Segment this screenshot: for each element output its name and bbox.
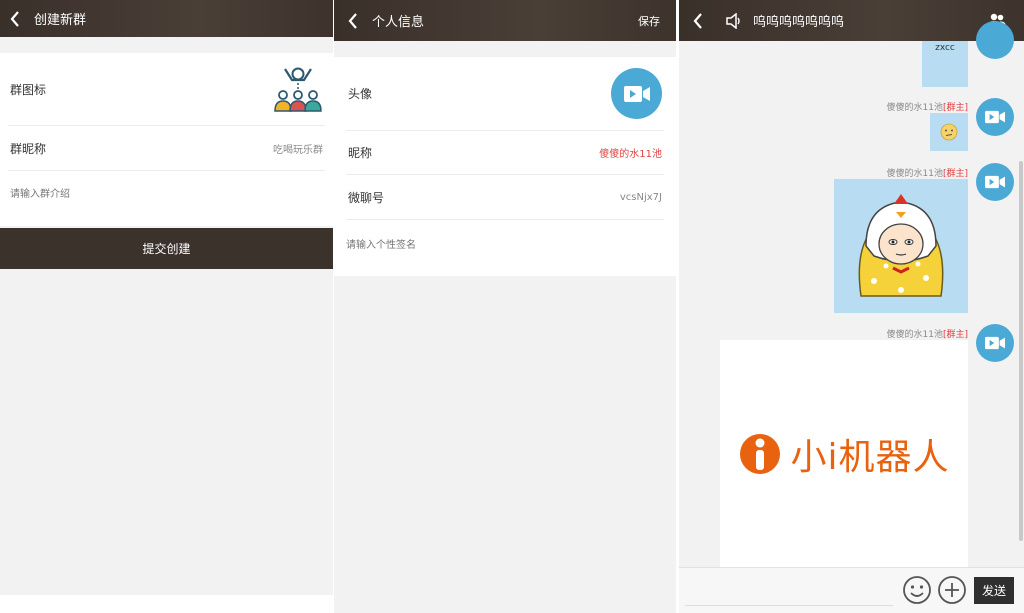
- sender-avatar-icon[interactable]: [976, 98, 1014, 136]
- avatar-label: 头像: [348, 87, 373, 101]
- sender-name: 傻傻的水11池[群主]: [886, 169, 968, 179]
- signature-input[interactable]: [346, 236, 664, 258]
- send-button[interactable]: 发送: [974, 577, 1014, 604]
- profile-form: 头像 昵称 傻傻的水11池 微聊号 vcsNjx7J: [334, 57, 676, 276]
- back-arrow-icon[interactable]: [10, 10, 24, 27]
- group-form: 群图标 群昵称 吃喝玩乐群: [0, 53, 333, 226]
- avatar-row[interactable]: 头像: [346, 57, 664, 131]
- save-button[interactable]: 保存: [638, 13, 660, 29]
- profile-screen: 个人信息 保存 头像 昵称 傻傻的水11池 微聊号 vcsNjx7J: [334, 0, 676, 613]
- chat-input-bar: 发送: [679, 567, 1024, 613]
- create-group-header: 创建新群: [0, 0, 333, 37]
- sender-avatar-icon[interactable]: [976, 21, 1014, 59]
- group-nickname-label: 群昵称: [10, 141, 47, 156]
- message-list[interactable]: zxcc 傻傻的水11池[群主] 傻傻的水11池[群主] 傻傻的水11池[群主]…: [679, 21, 1024, 568]
- group-intro-wrap: [0, 171, 333, 225]
- nickname-label: 昵称: [348, 146, 373, 160]
- back-arrow-icon[interactable]: [348, 12, 362, 29]
- group-intro-input[interactable]: [10, 185, 323, 207]
- chat-header: 呜呜呜呜呜呜呜: [679, 0, 1024, 41]
- group-chat-screen: 呜呜呜呜呜呜呜 zxcc 傻傻的水11池[群主] 傻傻的水11池[群主] 傻傻的…: [679, 0, 1024, 613]
- emoji-icon[interactable]: [902, 575, 932, 609]
- sticker-message[interactable]: [834, 179, 968, 313]
- wechat-id-label: 微聊号: [348, 190, 385, 205]
- nickname-value: 傻傻的水11池: [599, 149, 662, 160]
- confused-face-icon: [940, 123, 958, 141]
- image-message[interactable]: 小i机器人: [720, 340, 968, 568]
- xiaoi-logo-icon: 小i机器人: [738, 428, 949, 480]
- scrollbar[interactable]: [1019, 161, 1023, 541]
- submit-create-button[interactable]: 提交创建: [0, 228, 333, 269]
- group-people-icon[interactable]: [273, 65, 323, 113]
- message-text: zxcc: [935, 43, 955, 53]
- signature-wrap: [334, 220, 676, 275]
- chat-title: 呜呜呜呜呜呜呜: [753, 15, 845, 30]
- page-title: 创建新群: [34, 13, 87, 28]
- sender-name: 傻傻的水11池[群主]: [886, 103, 968, 113]
- bottom-white-strip: [0, 595, 333, 613]
- page-title: 个人信息: [372, 15, 425, 30]
- video-avatar-icon[interactable]: [611, 68, 662, 119]
- add-icon[interactable]: [937, 575, 967, 609]
- brand-text: 小i机器人: [790, 437, 950, 478]
- emoji-message[interactable]: [930, 113, 968, 151]
- wechat-id-value: vcsNjx7J: [619, 191, 662, 203]
- group-nickname-value: 吃喝玩乐群: [273, 144, 323, 156]
- message-input[interactable]: [685, 576, 893, 606]
- message-bubble: zxcc: [922, 41, 968, 87]
- nickname-row[interactable]: 昵称 傻傻的水11池: [346, 131, 664, 175]
- group-icon-label: 群图标: [10, 82, 47, 97]
- group-icon-row[interactable]: 群图标: [8, 53, 325, 126]
- profile-header: 个人信息 保存: [334, 0, 676, 41]
- wechat-id-row[interactable]: 微聊号 vcsNjx7J: [346, 175, 664, 220]
- speaker-icon[interactable]: [725, 12, 743, 29]
- sender-name: 傻傻的水11池[群主]: [886, 330, 968, 340]
- sender-avatar-icon[interactable]: [976, 163, 1014, 201]
- sender-avatar-icon[interactable]: [976, 324, 1014, 362]
- create-group-screen: 创建新群 群图标 群昵称 吃喝玩乐群 请输入群介绍 提交创建: [0, 0, 333, 613]
- chick-blanket-sticker-icon: [858, 194, 944, 297]
- group-nickname-row[interactable]: 群昵称 吃喝玩乐群: [8, 126, 325, 171]
- back-arrow-icon[interactable]: [693, 12, 707, 29]
